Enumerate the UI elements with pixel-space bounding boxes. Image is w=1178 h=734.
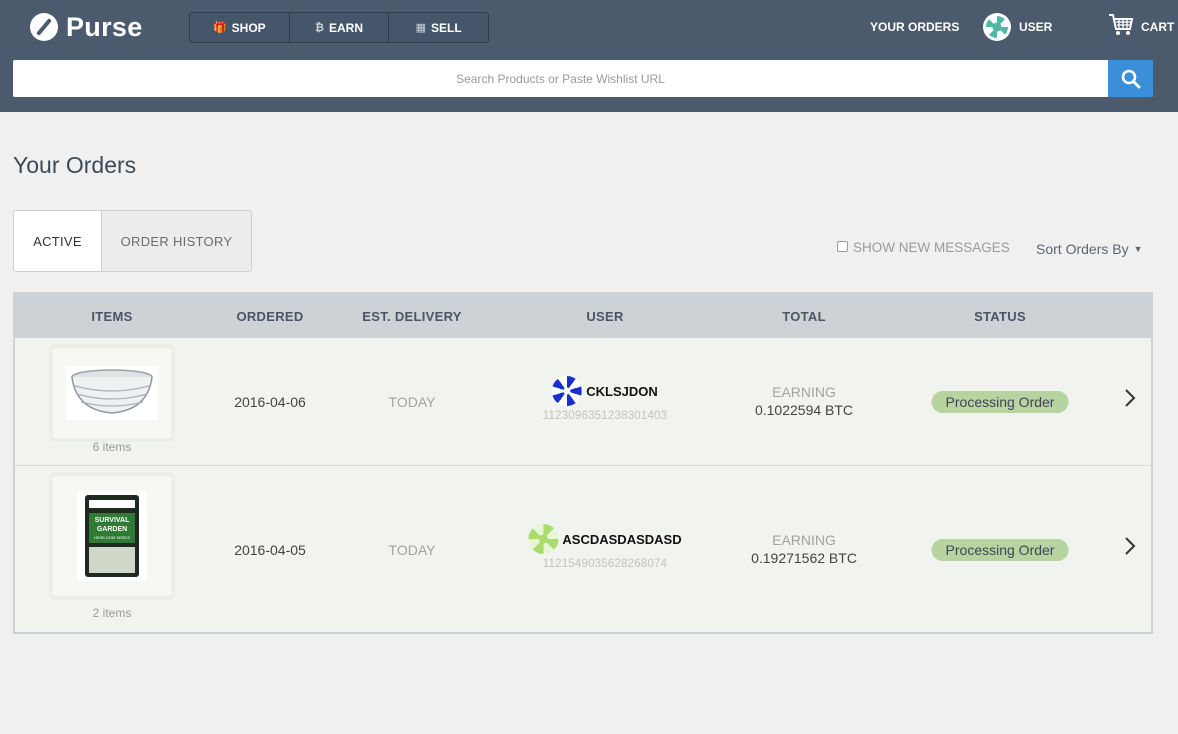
search-input[interactable]	[13, 60, 1108, 97]
tab-active[interactable]: ACTIVE	[14, 211, 102, 271]
calculator-icon: ▦	[415, 22, 427, 34]
svg-text:GARDEN: GARDEN	[97, 526, 127, 533]
est-delivery: TODAY	[388, 542, 436, 558]
top-header: Purse 🎁 SHOP ₿ EARN ▦ SELL YOUR ORDERS U…	[0, 0, 1178, 112]
nav-sell-button[interactable]: ▦ SELL	[389, 13, 488, 42]
caret-down-icon: ▼	[1133, 244, 1143, 254]
total-amount: 0.19271562 BTC	[751, 550, 857, 566]
item-count: 6 items	[92, 440, 132, 454]
sort-orders-dropdown[interactable]: Sort Orders By ▼	[1036, 241, 1143, 257]
chevron-right-icon[interactable]	[1124, 536, 1136, 562]
svg-text:SURVIVAL: SURVIVAL	[95, 517, 130, 524]
svg-text:HEIRLOOM SEEDS: HEIRLOOM SEEDS	[94, 535, 130, 540]
nav-shop-label: SHOP	[231, 20, 266, 35]
user-identicon	[528, 524, 559, 554]
order-tabs: ACTIVE ORDER HISTORY	[13, 210, 252, 272]
sort-label: Sort Orders By	[1036, 241, 1129, 257]
user-avatar	[983, 13, 1011, 41]
show-new-messages-checkbox[interactable]	[837, 241, 848, 252]
status-badge: Processing Order	[931, 391, 1069, 413]
ordered-date: 2016-04-06	[234, 394, 306, 410]
item-count: 2 items	[92, 606, 132, 620]
cart-label: CART	[1141, 20, 1175, 34]
col-items: ITEMS	[91, 308, 133, 324]
user-menu[interactable]: USER	[983, 0, 1052, 54]
ordered-date: 2016-04-05	[234, 542, 306, 558]
user-identicon	[552, 376, 583, 406]
cart-link[interactable]: CART	[1108, 0, 1174, 54]
col-user: USER	[586, 308, 624, 324]
nav-earn-button[interactable]: ₿ EARN	[290, 13, 390, 42]
tab-order-history[interactable]: ORDER HISTORY	[102, 211, 251, 271]
col-status: STATUS	[974, 308, 1026, 324]
show-new-messages-label: SHOW NEW MESSAGES	[853, 240, 1010, 255]
col-total: TOTAL	[782, 308, 826, 324]
table-row[interactable]: SURVIVAL GARDEN HEIRLOOM SEEDS 2 items 2…	[15, 466, 1151, 632]
user-name: ASCDASDASDASD	[562, 531, 682, 547]
nav-earn-label: EARN	[328, 20, 363, 35]
purse-logo-icon	[30, 13, 58, 41]
your-orders-link[interactable]: YOUR ORDERS	[870, 0, 959, 54]
order-total: EARNING 0.19271562 BTC	[751, 532, 857, 566]
orders-table: ITEMS ORDERED EST. DELIVERY USER TOTAL S…	[13, 292, 1153, 634]
table-header: ITEMS ORDERED EST. DELIVERY USER TOTAL S…	[15, 294, 1151, 338]
item-thumbnail[interactable]: SURVIVAL GARDEN HEIRLOOM SEEDS	[53, 476, 171, 596]
gift-icon: 🎁	[212, 22, 227, 34]
user-id: 1121549035628268074	[542, 558, 668, 570]
status-badge: Processing Order	[931, 539, 1069, 561]
nav-sell-label: SELL	[431, 20, 462, 35]
order-total: EARNING 0.1022594 BTC	[755, 384, 853, 418]
total-label: EARNING	[772, 384, 836, 400]
show-new-messages-filter[interactable]: SHOW NEW MESSAGES	[837, 240, 1010, 255]
purse-logo[interactable]: Purse	[30, 12, 143, 42]
brand-name: Purse	[66, 11, 143, 42]
user-name: CKLSJDON	[586, 383, 658, 399]
chevron-right-icon[interactable]	[1124, 388, 1136, 414]
nav-shop-button[interactable]: 🎁 SHOP	[190, 13, 290, 42]
total-label: EARNING	[772, 532, 836, 548]
page-title: Your Orders	[13, 152, 137, 178]
search-icon	[1121, 69, 1140, 88]
search-bar	[13, 60, 1153, 97]
user-info[interactable]: ASCDASDASDASD 1121549035628268074	[528, 524, 682, 570]
table-row[interactable]: 6 items 2016-04-06 TODAY CKLSJDON 112309…	[15, 338, 1151, 466]
glass-bowl-image	[66, 366, 158, 420]
est-delivery: TODAY	[388, 394, 436, 410]
total-amount: 0.1022594 BTC	[754, 402, 854, 418]
bitcoin-icon: ₿	[315, 21, 324, 34]
main-nav: 🎁 SHOP ₿ EARN ▦ SELL	[189, 12, 489, 43]
cart-icon	[1108, 13, 1134, 41]
seed-pack-image: SURVIVAL GARDEN HEIRLOOM SEEDS	[77, 491, 147, 581]
search-button[interactable]	[1108, 60, 1153, 97]
user-id: 1123096351238301403	[542, 410, 668, 422]
col-ordered: ORDERED	[236, 308, 304, 324]
user-label: USER	[1019, 20, 1053, 34]
user-info[interactable]: CKLSJDON 1123096351238301403	[543, 376, 667, 422]
item-thumbnail[interactable]	[53, 348, 171, 438]
col-est-delivery: EST. DELIVERY	[362, 308, 462, 324]
